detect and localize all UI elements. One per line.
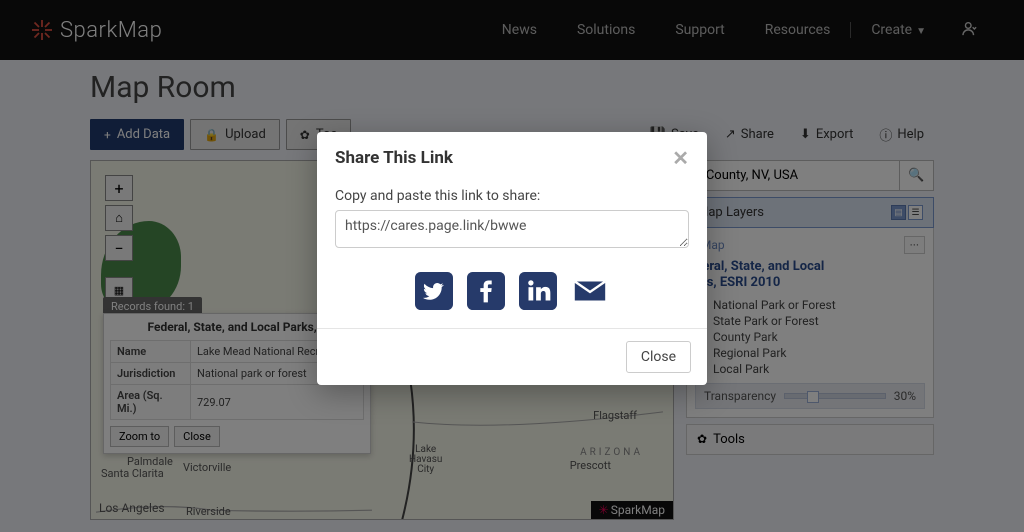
facebook-icon[interactable] [467, 272, 505, 310]
modal-close-button[interactable]: ✕ [672, 146, 689, 170]
share-modal: Share This Link ✕ Copy and paste this li… [317, 132, 707, 385]
email-icon[interactable] [571, 272, 609, 310]
linkedin-icon[interactable] [519, 272, 557, 310]
modal-close-footer-button[interactable]: Close [626, 341, 691, 373]
modal-hint: Copy and paste this link to share: [335, 188, 689, 204]
twitter-icon[interactable] [415, 272, 453, 310]
share-link-input[interactable]: https://cares.page.link/bwwe [335, 210, 689, 248]
modal-title: Share This Link [335, 148, 453, 168]
modal-backdrop[interactable]: Share This Link ✕ Copy and paste this li… [0, 0, 1024, 532]
